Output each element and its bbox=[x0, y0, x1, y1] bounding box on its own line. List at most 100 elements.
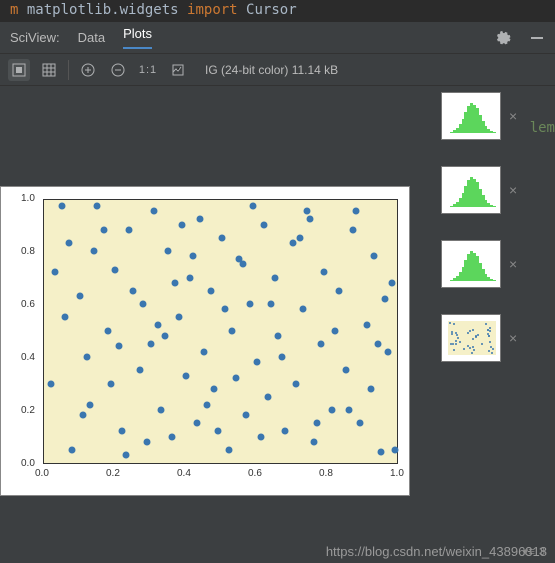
thumbnail-scatter[interactable] bbox=[441, 314, 501, 362]
data-point bbox=[218, 234, 225, 241]
data-point bbox=[303, 208, 310, 215]
thumbnail-row: × bbox=[441, 166, 549, 214]
gear-icon[interactable] bbox=[495, 30, 511, 46]
class-name: Cursor bbox=[246, 2, 297, 18]
data-point bbox=[90, 248, 97, 255]
data-point bbox=[65, 240, 72, 247]
data-point bbox=[314, 420, 321, 427]
data-point bbox=[275, 332, 282, 339]
zoom-in-icon[interactable] bbox=[77, 59, 99, 81]
data-point bbox=[104, 327, 111, 334]
data-point bbox=[214, 428, 221, 435]
close-icon[interactable]: × bbox=[509, 330, 517, 346]
data-point bbox=[119, 428, 126, 435]
data-point bbox=[154, 322, 161, 329]
y-tick-label: 1.0 bbox=[21, 193, 35, 204]
data-point bbox=[282, 428, 289, 435]
data-point bbox=[356, 420, 363, 427]
data-point bbox=[151, 208, 158, 215]
data-point bbox=[296, 234, 303, 241]
data-point bbox=[229, 327, 236, 334]
tab-data[interactable]: Data bbox=[78, 30, 105, 45]
data-point bbox=[225, 446, 232, 453]
data-point bbox=[246, 301, 253, 308]
tab-plots[interactable]: Plots bbox=[123, 26, 152, 49]
x-tick-label: 0.8 bbox=[319, 468, 333, 479]
plot-viewer[interactable]: 0.00.20.40.60.81.00.00.20.40.60.81.0 bbox=[0, 86, 435, 541]
data-point bbox=[48, 380, 55, 387]
data-point bbox=[76, 293, 83, 300]
thumbnail-histogram[interactable] bbox=[441, 92, 501, 140]
close-icon[interactable]: × bbox=[509, 182, 517, 198]
data-point bbox=[175, 314, 182, 321]
data-point bbox=[310, 438, 317, 445]
data-point bbox=[165, 248, 172, 255]
data-point bbox=[101, 226, 108, 233]
data-point bbox=[328, 407, 335, 414]
close-icon[interactable]: × bbox=[509, 108, 517, 124]
thumbnail-row: × bbox=[441, 314, 549, 362]
data-point bbox=[112, 266, 119, 273]
data-point bbox=[108, 380, 115, 387]
data-point bbox=[58, 202, 65, 209]
data-point bbox=[321, 269, 328, 276]
close-icon[interactable]: × bbox=[509, 256, 517, 272]
thumbnail-sidebar: × × × × bbox=[435, 86, 555, 541]
data-point bbox=[349, 226, 356, 233]
grid-icon[interactable] bbox=[38, 59, 60, 81]
partial-text: lem bbox=[530, 120, 555, 136]
data-point bbox=[271, 274, 278, 281]
zoom-out-icon[interactable] bbox=[107, 59, 129, 81]
module-name: matplotlib.widgets bbox=[27, 2, 179, 18]
data-point bbox=[147, 340, 154, 347]
minimize-icon[interactable] bbox=[529, 30, 545, 46]
data-point bbox=[136, 367, 143, 374]
data-point bbox=[161, 332, 168, 339]
data-point bbox=[51, 269, 58, 276]
panel-title: SciView: bbox=[10, 30, 60, 45]
data-point bbox=[200, 348, 207, 355]
data-point bbox=[211, 385, 218, 392]
data-point bbox=[197, 216, 204, 223]
x-tick-label: 0.0 bbox=[35, 468, 49, 479]
x-tick-label: 0.2 bbox=[106, 468, 120, 479]
keyword-from: m bbox=[10, 2, 18, 18]
data-point bbox=[143, 438, 150, 445]
data-point bbox=[261, 221, 268, 228]
zoom-actual-button[interactable]: 1:1 bbox=[137, 59, 159, 81]
data-point bbox=[207, 287, 214, 294]
data-point bbox=[371, 253, 378, 260]
data-point bbox=[317, 340, 324, 347]
thumbnail-row: × bbox=[441, 240, 549, 288]
data-point bbox=[204, 401, 211, 408]
keyword-import: import bbox=[187, 2, 238, 18]
data-point bbox=[158, 407, 165, 414]
data-point bbox=[186, 274, 193, 281]
fit-screen-icon[interactable] bbox=[8, 59, 30, 81]
sciview-header: SciView: Data Plots bbox=[0, 22, 555, 54]
y-tick-label: 0.0 bbox=[21, 458, 35, 469]
file-info-label: IG (24-bit color) 11.14 kB bbox=[205, 63, 338, 77]
data-point bbox=[87, 401, 94, 408]
data-point bbox=[193, 420, 200, 427]
y-tick-label: 0.4 bbox=[21, 352, 35, 363]
data-point bbox=[239, 261, 246, 268]
data-point bbox=[94, 202, 101, 209]
main-area: 0.00.20.40.60.81.00.00.20.40.60.81.0 × ×… bbox=[0, 86, 555, 541]
data-point bbox=[172, 279, 179, 286]
data-point bbox=[342, 367, 349, 374]
data-point bbox=[332, 327, 339, 334]
data-point bbox=[126, 226, 133, 233]
y-tick-label: 0.2 bbox=[21, 405, 35, 416]
data-point bbox=[190, 253, 197, 260]
x-tick-label: 0.6 bbox=[248, 468, 262, 479]
x-tick-label: 0.4 bbox=[177, 468, 191, 479]
data-point bbox=[140, 301, 147, 308]
y-tick-label: 0.8 bbox=[21, 246, 35, 257]
export-icon[interactable] bbox=[167, 59, 189, 81]
plot-frame: 0.00.20.40.60.81.00.00.20.40.60.81.0 bbox=[0, 186, 410, 496]
data-point bbox=[254, 359, 261, 366]
thumbnail-histogram[interactable] bbox=[441, 240, 501, 288]
thumbnail-histogram[interactable] bbox=[441, 166, 501, 214]
plot-toolbar: 1:1 IG (24-bit color) 11.14 kB bbox=[0, 54, 555, 86]
